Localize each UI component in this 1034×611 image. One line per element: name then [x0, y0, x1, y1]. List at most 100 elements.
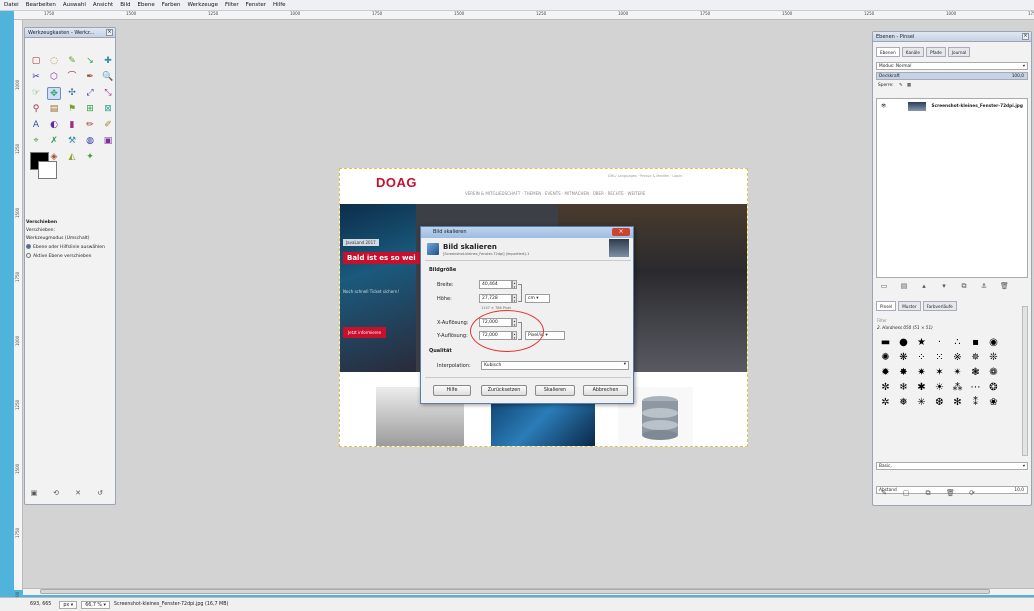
- layer-row[interactable]: 👁 Screenshot-kleines_Fenster-72dpi.jpg: [877, 99, 1027, 113]
- brush-swatch[interactable]: ✸: [896, 366, 911, 379]
- anchor-layer-icon[interactable]: ⚓: [980, 283, 988, 290]
- tool-icon[interactable]: ✒: [83, 71, 97, 84]
- duplicate-brush-icon[interactable]: ⧉: [924, 490, 932, 497]
- unit-select[interactable]: px ▾: [59, 600, 78, 609]
- height-input[interactable]: 27,728: [479, 294, 512, 303]
- brush-swatch[interactable]: ✳: [914, 396, 929, 409]
- reset-options-icon[interactable]: ↺: [96, 490, 104, 497]
- width-input[interactable]: 40,464: [479, 280, 512, 289]
- tool-icon[interactable]: ⤢: [83, 87, 97, 100]
- eye-icon[interactable]: 👁: [881, 104, 886, 109]
- menu-item-bild[interactable]: Bild: [120, 2, 130, 8]
- brush-swatch[interactable]: ❀: [986, 396, 1001, 409]
- brush-scrollbar[interactable]: [1022, 306, 1028, 456]
- brush-swatch[interactable]: ●: [896, 336, 911, 349]
- horizontal-scrollbar-thumb[interactable]: [40, 589, 990, 594]
- tool-icon[interactable]: ✐: [101, 119, 115, 132]
- brush-swatch[interactable]: ❆: [932, 396, 947, 409]
- tool-icon[interactable]: ▮: [65, 119, 79, 132]
- brush-swatch[interactable]: ✴: [950, 366, 965, 379]
- brush-swatch[interactable]: ❁: [986, 366, 1001, 379]
- tool-icon[interactable]: ✚: [101, 55, 115, 68]
- height-spinner[interactable]: ▴ ▾: [512, 294, 517, 303]
- tool-icon[interactable]: ▢: [29, 55, 43, 68]
- tab-kanäle[interactable]: Kanäle: [901, 47, 924, 57]
- brush-preset-select[interactable]: Basic, ▾: [876, 462, 1028, 470]
- tool-icon[interactable]: ⚒: [65, 135, 79, 148]
- brush-swatch[interactable]: ·: [932, 336, 947, 349]
- tool-icon[interactable]: ▣: [101, 135, 115, 148]
- brush-swatch[interactable]: ※: [950, 351, 965, 364]
- tool-icon[interactable]: A: [29, 119, 43, 132]
- brush-swatch[interactable]: ❃: [968, 366, 983, 379]
- brush-filter[interactable]: Filter: [877, 318, 887, 323]
- menu-item-datei[interactable]: Datei: [4, 2, 19, 8]
- tool-icon[interactable]: ✎: [65, 55, 79, 68]
- tab-farbverläufe[interactable]: Farbverläufe: [922, 301, 957, 311]
- tool-icon[interactable]: ☞: [29, 87, 43, 100]
- new-layer-icon[interactable]: ▭: [880, 283, 888, 290]
- tool-icon[interactable]: ⊠: [101, 103, 115, 116]
- new-group-icon[interactable]: ▤: [900, 283, 908, 290]
- layers-panel-close-icon[interactable]: ×: [1022, 33, 1029, 40]
- brush-swatch[interactable]: ⁂: [950, 381, 965, 394]
- brush-swatch[interactable]: ⁘: [914, 351, 929, 364]
- lock-pixels-icon[interactable]: ✎: [899, 83, 903, 88]
- tool-icon[interactable]: ↘: [83, 55, 97, 68]
- brush-swatch[interactable]: ▪: [968, 336, 983, 349]
- tool-icon[interactable]: ⤡: [101, 87, 115, 100]
- delete-brush-icon[interactable]: 🗑: [946, 490, 955, 497]
- radio-move-active-layer[interactable]: Aktive Ebene verschieben: [26, 253, 114, 259]
- brush-swatch[interactable]: ✵: [968, 351, 983, 364]
- tool-icon[interactable]: ✥: [47, 87, 61, 100]
- brush-swatch[interactable]: ✱: [914, 381, 929, 394]
- menu-item-auswahl[interactable]: Auswahl: [63, 2, 86, 8]
- dialog-titlebar[interactable]: Bild skalieren ×: [421, 227, 633, 238]
- brush-swatch[interactable]: ★: [914, 336, 929, 349]
- lower-layer-icon[interactable]: ▾: [940, 283, 948, 290]
- horizontal-ruler[interactable]: 1750 1500 1250 1000 1750 1500 1250 1000 1750 1500…: [14, 11, 1034, 20]
- tool-icon[interactable]: ✦: [83, 151, 97, 164]
- brush-swatch[interactable]: ❅: [896, 396, 911, 409]
- new-brush-icon[interactable]: ▢: [902, 490, 910, 497]
- tool-icon[interactable]: 🔍: [101, 71, 115, 84]
- scale-button[interactable]: Skalieren: [535, 385, 575, 396]
- brush-swatch[interactable]: ⁙: [932, 351, 947, 364]
- interpolation-select[interactable]: Kubisch ▾: [481, 361, 629, 370]
- delete-layer-icon[interactable]: 🗑: [1000, 283, 1009, 290]
- menu-item-farben[interactable]: Farben: [162, 2, 181, 8]
- menu-item-ebene[interactable]: Ebene: [138, 2, 155, 8]
- brush-swatch[interactable]: ∴: [950, 336, 965, 349]
- radio-off-icon[interactable]: [26, 253, 31, 258]
- tool-icon[interactable]: ⌒: [65, 71, 79, 84]
- brush-swatch[interactable]: ⋯: [968, 381, 983, 394]
- tool-icon[interactable]: ✏: [83, 119, 97, 132]
- menu-item-ansicht[interactable]: Ansicht: [93, 2, 113, 8]
- toolbox-close-icon[interactable]: ×: [106, 29, 113, 36]
- brush-swatch[interactable]: ❄: [896, 381, 911, 394]
- radio-on-icon[interactable]: [26, 244, 31, 249]
- tab-journal[interactable]: Journal: [947, 47, 971, 57]
- width-spinner[interactable]: ▴ ▾: [512, 280, 517, 289]
- brush-swatch[interactable]: ✻: [950, 396, 965, 409]
- radio-pick-layer[interactable]: Ebene oder Hilfslinie auswählen: [26, 244, 114, 250]
- brush-swatch[interactable]: ▬: [878, 336, 893, 349]
- tool-icon[interactable]: ⊞: [83, 103, 97, 116]
- brush-swatch[interactable]: ⁑: [968, 396, 983, 409]
- menu-item-fenster[interactable]: Fenster: [246, 2, 266, 8]
- background-color-swatch[interactable]: [38, 161, 57, 179]
- tab-muster[interactable]: Muster: [898, 301, 921, 311]
- lock-alpha-icon[interactable]: ▦: [907, 83, 911, 88]
- tool-icon[interactable]: ✣: [65, 87, 79, 100]
- menu-item-filter[interactable]: Filter: [225, 2, 239, 8]
- tool-icon[interactable]: ⌖: [29, 135, 43, 148]
- tool-icon[interactable]: ◐: [47, 119, 61, 132]
- tool-icon[interactable]: ⚑: [65, 103, 79, 116]
- brush-swatch[interactable]: ✼: [878, 381, 893, 394]
- reset-button[interactable]: Zurücksetzen: [481, 385, 527, 396]
- mode-select[interactable]: Modus: Normal ▾: [876, 62, 1028, 70]
- help-button[interactable]: Hilfe: [433, 385, 471, 396]
- opacity-slider[interactable]: Deckkraft 100,0: [876, 72, 1028, 80]
- tool-icon[interactable]: ◍: [83, 135, 97, 148]
- restore-options-icon[interactable]: ⟲: [52, 490, 60, 497]
